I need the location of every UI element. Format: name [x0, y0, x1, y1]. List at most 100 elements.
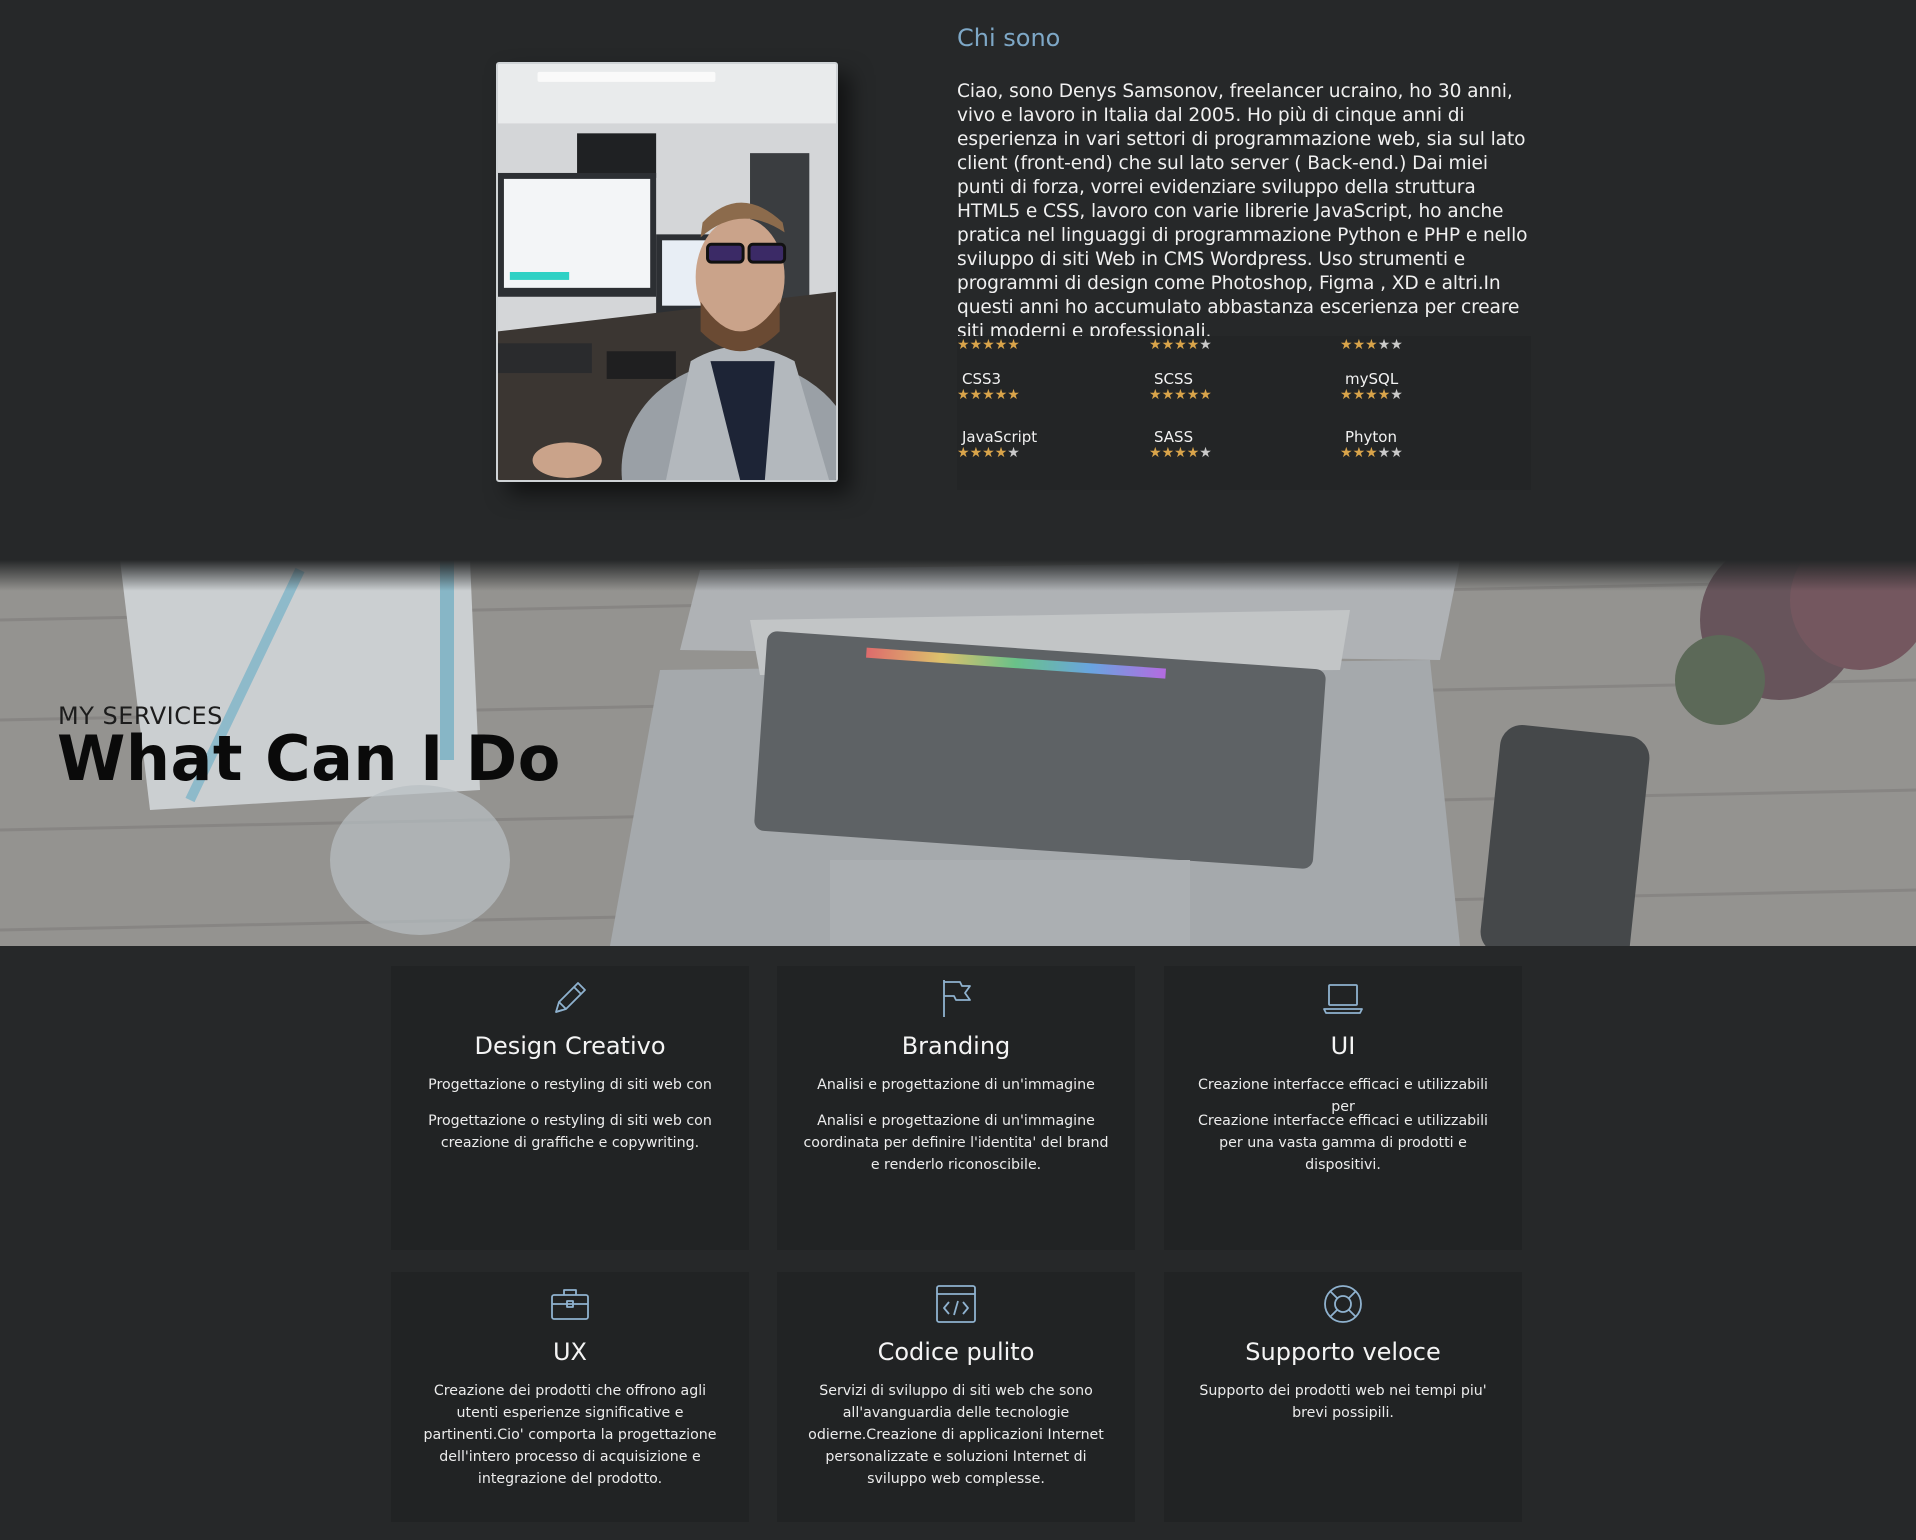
star-empty-icon: ★: [1007, 445, 1020, 461]
star-filled-icon: ★: [1365, 337, 1378, 353]
service-title: UX: [552, 1338, 587, 1366]
star-filled-icon: ★: [1186, 337, 1200, 353]
star-filled-icon: ★: [957, 445, 970, 461]
skill-item: Phyton ★★★★★: [1340, 428, 1520, 478]
service-description: Supporto dei prodotti web nei tempi piu'…: [1199, 1383, 1487, 1421]
star-filled-icon: ★: [1365, 445, 1378, 461]
service-title: Supporto veloce: [1245, 1338, 1441, 1366]
star-empty-icon: ★: [1377, 445, 1391, 461]
skills-grid: ★★★★★ ★★★★★ ★★★★★ CSS3 ★★★★★ SCSS ★★★★★ mySQL ★★…: [957, 336, 1531, 490]
skill-item: CSS3 ★★★★★: [957, 370, 1137, 420]
star-filled-icon: ★: [969, 337, 983, 353]
skill-rating-stars: ★★★★★: [1149, 388, 1212, 402]
service-summary: Progettazione o restyling di siti web co…: [428, 1077, 712, 1093]
service-title: UI: [1330, 1032, 1356, 1060]
service-card: Design Creativo Progettazione o restyling…: [391, 966, 749, 1250]
star-filled-icon: ★: [1149, 445, 1162, 461]
star-filled-icon: ★: [1340, 387, 1353, 403]
star-filled-icon: ★: [1149, 387, 1162, 403]
skill-rating-stars: ★★★★★: [1340, 388, 1403, 402]
star-filled-icon: ★: [1365, 387, 1378, 403]
star-empty-icon: ★: [1390, 337, 1403, 353]
skill-name: JavaScript: [962, 428, 1038, 446]
skill-rating-stars: ★★★★★: [957, 338, 1020, 352]
profile-photo-image: [498, 64, 836, 480]
about-section: Chi sono Ciao, sono Denys Samsonov, free…: [0, 0, 1916, 560]
service-description: Servizi di sviluppo di siti web che sono…: [808, 1383, 1104, 1487]
service-description: Analisi e progettazione di un'immagine c…: [803, 1113, 1109, 1173]
skill-rating-stars: ★★★★★: [1340, 446, 1403, 460]
star-filled-icon: ★: [1352, 387, 1366, 403]
hero-title: What Can I Do: [57, 722, 561, 795]
skill-item: SCSS ★★★★★: [1149, 370, 1329, 420]
skill-item: ★★★★★: [1340, 320, 1520, 370]
lifebuoy-icon: [1321, 1282, 1365, 1326]
about-description: Ciao, sono Denys Samsonov, freelancer uc…: [957, 81, 1528, 342]
skill-rating-stars: ★★★★★: [1340, 338, 1403, 352]
skill-name: mySQL: [1345, 370, 1399, 388]
skill-name: SCSS: [1154, 370, 1194, 388]
service-title: Branding: [901, 1032, 1011, 1060]
star-filled-icon: ★: [1174, 337, 1187, 353]
service-card: UX Creazione dei prodotti che offrono agl…: [391, 1272, 749, 1522]
star-filled-icon: ★: [994, 337, 1008, 353]
star-filled-icon: ★: [1161, 387, 1175, 403]
skill-rating-stars: ★★★★★: [1149, 338, 1212, 352]
star-filled-icon: ★: [1352, 445, 1366, 461]
star-filled-icon: ★: [1161, 337, 1175, 353]
skill-item: mySQL ★★★★★: [1340, 370, 1520, 420]
star-filled-icon: ★: [1174, 387, 1187, 403]
star-filled-icon: ★: [1377, 387, 1391, 403]
star-filled-icon: ★: [982, 387, 995, 403]
service-description: Creazione interfacce efficaci e utilizza…: [1198, 1113, 1488, 1173]
star-filled-icon: ★: [1340, 445, 1353, 461]
service-description: Progettazione o restyling di siti web co…: [428, 1113, 712, 1151]
star-empty-icon: ★: [1390, 445, 1403, 461]
star-filled-icon: ★: [1186, 387, 1200, 403]
skill-item: ★★★★★: [1149, 320, 1329, 370]
service-summary: Analisi e progettazione di un'immagine: [817, 1077, 1095, 1093]
service-card: Supporto veloce Supporto dei prodotti web…: [1164, 1272, 1522, 1522]
star-filled-icon: ★: [1340, 337, 1353, 353]
about-title: Chi sono: [957, 24, 1061, 52]
skill-rating-stars: ★★★★★: [957, 446, 1020, 460]
skill-rating-stars: ★★★★★: [957, 388, 1020, 402]
star-filled-icon: ★: [1007, 387, 1020, 403]
skill-name: SASS: [1154, 428, 1194, 446]
skill-item: ★★★★★: [957, 320, 1137, 370]
star-filled-icon: ★: [1174, 445, 1187, 461]
star-filled-icon: ★: [982, 445, 995, 461]
laptop-icon: [1321, 976, 1365, 1020]
star-filled-icon: ★: [1161, 445, 1175, 461]
star-filled-icon: ★: [1149, 337, 1162, 353]
pencil-icon: [548, 976, 592, 1020]
star-empty-icon: ★: [1377, 337, 1391, 353]
code-window-icon: [934, 1282, 978, 1326]
briefcase-icon: [548, 1282, 592, 1326]
services-hero: MY SERVICES What Can I Do: [0, 560, 1916, 946]
service-card: UI Creazione interfacce efficaci e utiliz…: [1164, 966, 1522, 1250]
star-filled-icon: ★: [957, 387, 970, 403]
skill-item: JavaScript ★★★★★: [957, 428, 1137, 478]
skill-name: CSS3: [962, 370, 1002, 388]
star-filled-icon: ★: [1199, 387, 1212, 403]
star-filled-icon: ★: [982, 337, 995, 353]
star-filled-icon: ★: [1186, 445, 1200, 461]
star-filled-icon: ★: [1352, 337, 1366, 353]
skill-rating-stars: ★★★★★: [1149, 446, 1212, 460]
profile-photo: [496, 62, 838, 482]
star-empty-icon: ★: [1390, 387, 1403, 403]
flag-icon: [934, 976, 978, 1020]
service-title: Design Creativo: [474, 1032, 666, 1060]
skill-item: SASS ★★★★★: [1149, 428, 1329, 478]
star-filled-icon: ★: [994, 445, 1008, 461]
star-empty-icon: ★: [1199, 445, 1212, 461]
star-filled-icon: ★: [969, 445, 983, 461]
star-filled-icon: ★: [969, 387, 983, 403]
star-filled-icon: ★: [994, 387, 1008, 403]
service-card: Codice pulito Servizi di sviluppo di siti…: [777, 1272, 1135, 1522]
service-title: Codice pulito: [877, 1338, 1035, 1366]
service-description: Creazione dei prodotti che offrono agli …: [423, 1383, 717, 1487]
service-card: Branding Analisi e progettazione di un'im…: [777, 966, 1135, 1250]
star-empty-icon: ★: [1199, 337, 1212, 353]
